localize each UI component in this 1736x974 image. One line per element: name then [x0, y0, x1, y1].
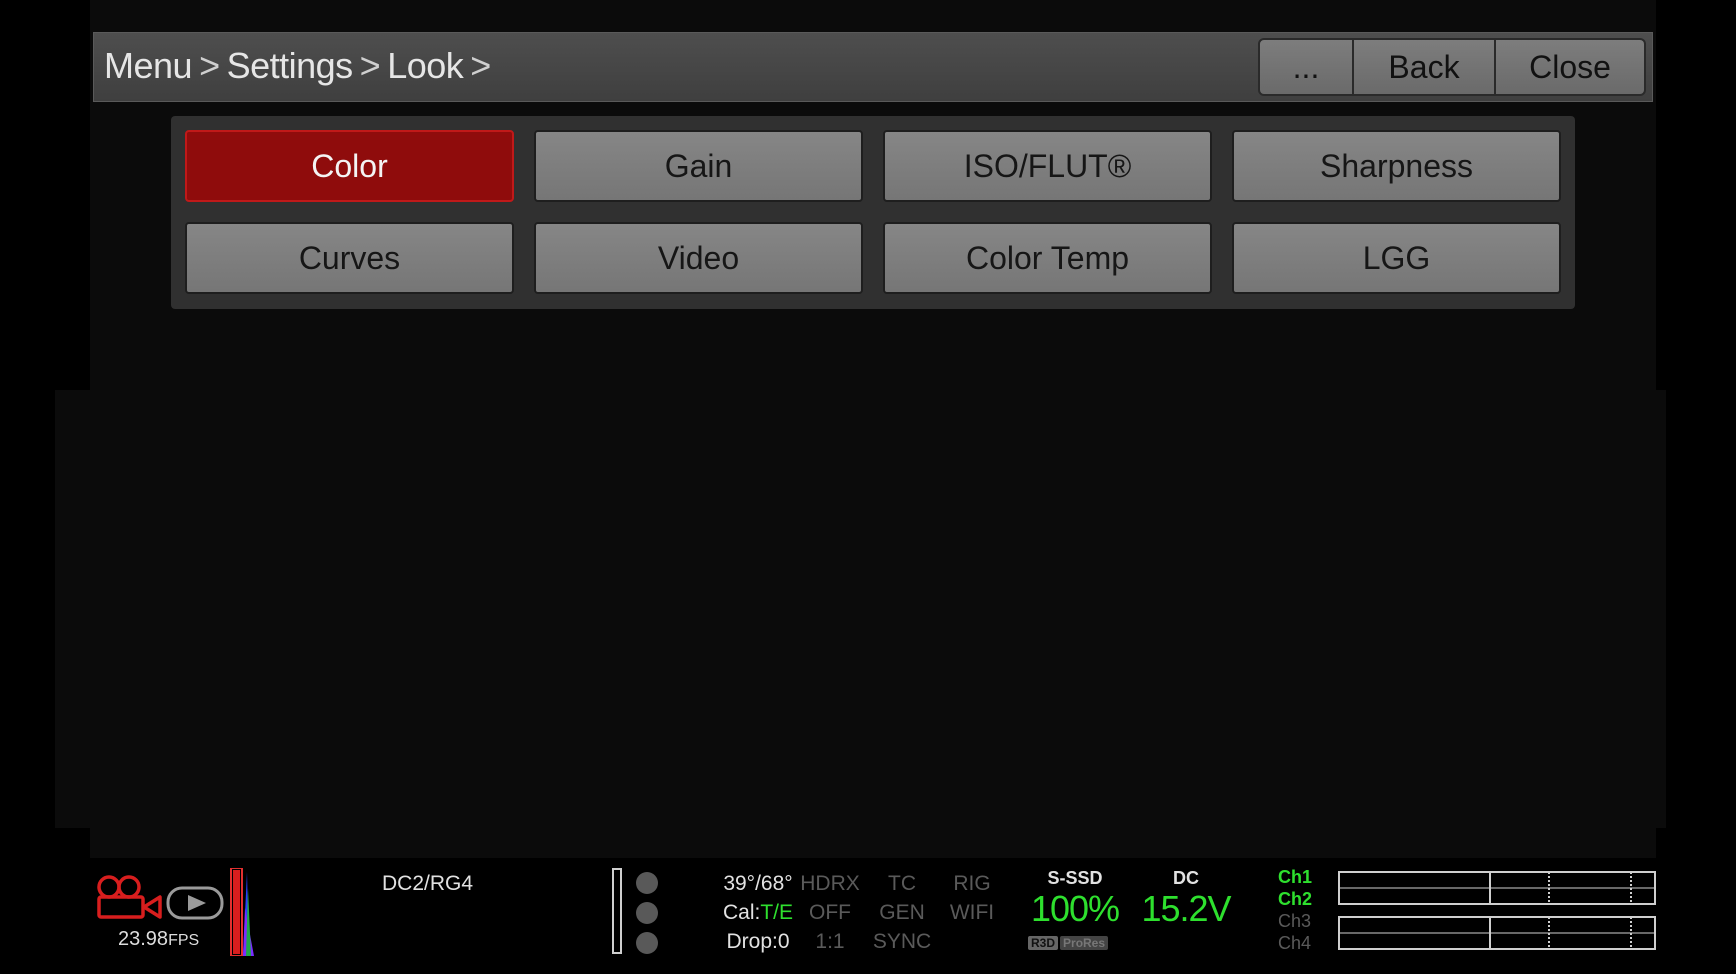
status-bar: 23.98FPS DC2/RG4 39°/68° Cal:T/E Drop:0 …: [90, 858, 1656, 974]
calibration-label: Cal:: [722, 901, 761, 924]
breadcrumb-separator: >: [470, 45, 491, 86]
breadcrumb-separator: >: [359, 45, 381, 86]
fps-readout: 23.98FPS: [118, 928, 199, 951]
audio-channel-3: Ch3: [1278, 911, 1312, 931]
hdrx-label: HDRX: [800, 872, 860, 895]
audio-meters: [1338, 871, 1656, 950]
audio-channel-2: Ch2: [1278, 889, 1313, 909]
status-led-icon: [636, 872, 658, 894]
breadcrumb-item-settings[interactable]: Settings: [227, 45, 354, 86]
power-label: DC: [1173, 868, 1199, 888]
power-voltage: 15.2V: [1141, 888, 1231, 929]
screen-edge-left: [55, 390, 95, 828]
header-button-group: ... Back Close: [1258, 38, 1646, 96]
audio-meter-ch1-ch2: [1338, 871, 1656, 905]
breadcrumb: Menu > Settings > Look >: [104, 45, 498, 87]
media-remaining: 100%: [1030, 888, 1120, 929]
media-label: S-SSD: [1047, 868, 1103, 888]
status-led-icon: [636, 902, 658, 924]
format-badge-prores: ProRes: [1060, 936, 1109, 950]
audio-meter-ch3-ch4: [1338, 916, 1656, 950]
look-menu-grid: Color Gain ISO/FLUT® Sharpness Curves Vi…: [185, 130, 1561, 294]
back-button[interactable]: Back: [1354, 38, 1496, 96]
hdrx-state: OFF: [809, 901, 851, 924]
status-led-icon: [636, 932, 658, 954]
close-button[interactable]: Close: [1496, 38, 1646, 96]
breadcrumb-item-look[interactable]: Look: [387, 45, 464, 86]
color-mode: DC2/RG4: [382, 872, 474, 895]
histogram-icon: [230, 868, 254, 956]
tile-iso-flut[interactable]: ISO/FLUT®: [883, 130, 1212, 202]
breadcrumb-item-menu[interactable]: Menu: [104, 45, 193, 86]
tile-lgg[interactable]: LGG: [1232, 222, 1561, 294]
record-camera-icon[interactable]: [96, 875, 164, 921]
timecode-gen: GEN: [879, 901, 925, 924]
tile-sharpness[interactable]: Sharpness: [1232, 130, 1561, 202]
tile-color[interactable]: Color: [185, 130, 514, 202]
hdrx-ratio: 1:1: [815, 930, 845, 953]
level-meter: [612, 868, 622, 954]
audio-channel-4: Ch4: [1278, 933, 1312, 953]
audio-channel-1: Ch1: [1278, 867, 1313, 887]
menu-header: Menu > Settings > Look > ... Back Close: [93, 32, 1653, 102]
look-menu-panel: Color Gain ISO/FLUT® Sharpness Curves Vi…: [171, 116, 1575, 309]
playback-icon[interactable]: [166, 886, 224, 920]
tile-curves[interactable]: Curves: [185, 222, 514, 294]
wifi-label: WIFI: [949, 901, 995, 924]
rig-label: RIG: [953, 872, 991, 895]
more-button[interactable]: ...: [1258, 38, 1354, 96]
media-format-badges: R3D ProRes: [1028, 936, 1109, 950]
tile-video[interactable]: Video: [534, 222, 863, 294]
calibration-value: T/E: [760, 901, 794, 924]
fps-unit: FPS: [168, 932, 200, 949]
timecode-label: TC: [888, 872, 916, 895]
fps-value: 23.98: [118, 928, 169, 950]
breadcrumb-separator: >: [199, 45, 220, 86]
screen-edge-right: [1654, 390, 1666, 828]
tile-color-temp[interactable]: Color Temp: [883, 222, 1212, 294]
format-badge-r3d: R3D: [1028, 936, 1059, 950]
timecode-sync: SYNC: [872, 930, 932, 953]
tile-gain[interactable]: Gain: [534, 130, 863, 202]
